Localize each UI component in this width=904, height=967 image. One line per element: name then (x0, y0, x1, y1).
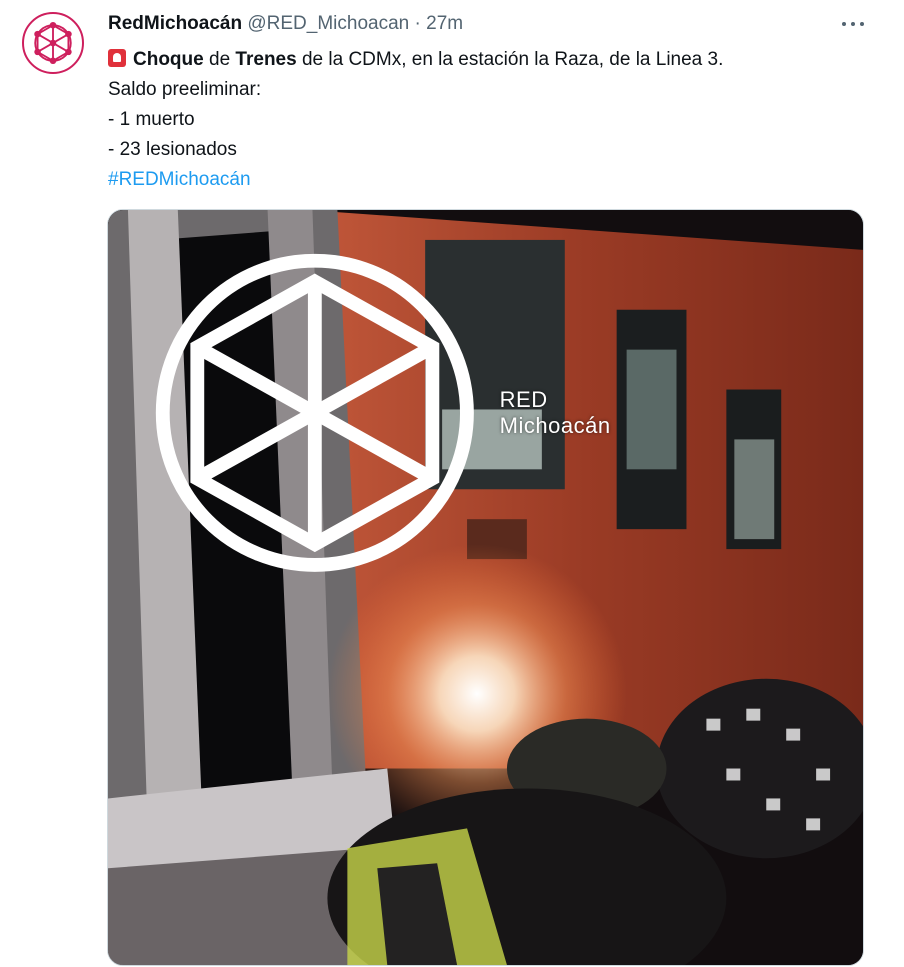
more-dot-icon (842, 22, 846, 26)
more-options-button[interactable] (838, 11, 868, 37)
redmichoacan-logo-icon (34, 21, 72, 65)
tweet-timestamp[interactable]: 27m (426, 13, 463, 34)
tweet-line-1: Choque de Trenes de la CDMx, en la estac… (108, 45, 868, 75)
watermark-text: RED Michoacán (499, 386, 611, 438)
separator-dot: · (414, 13, 421, 34)
hashtag-link[interactable]: #REDMichoacán (108, 165, 868, 195)
video-watermark: RED Michoacán (142, 240, 619, 586)
rotating-light-icon (108, 49, 126, 67)
tweet-text-segment: de la CDMx, en la estación la Raza, de l… (296, 49, 724, 70)
author-name[interactable]: RedMichoacán (108, 13, 242, 34)
tweet-word-choque: Choque (133, 49, 204, 70)
more-dot-icon (851, 22, 855, 26)
tweet-text: Choque de Trenes de la CDMx, en la estac… (108, 45, 868, 195)
author-handle[interactable]: @RED_Michoacan (247, 13, 409, 34)
profile-avatar[interactable] (22, 12, 84, 74)
tweet-line-4: - 23 lesionados (108, 139, 237, 160)
tweet-text-segment: de (203, 49, 236, 70)
tweet-video[interactable]: RED Michoacán (107, 209, 864, 966)
tweet-word-trenes: Trenes (235, 49, 297, 70)
tweet-line-2: Saldo preeliminar: (108, 79, 262, 100)
tweet-line-3: - 1 muerto (108, 109, 195, 130)
red-michoacan-watermark-icon (155, 253, 474, 572)
more-dot-icon (860, 22, 864, 26)
tweet-header: RedMichoacán @RED_Michoacan · 27m (108, 12, 463, 36)
